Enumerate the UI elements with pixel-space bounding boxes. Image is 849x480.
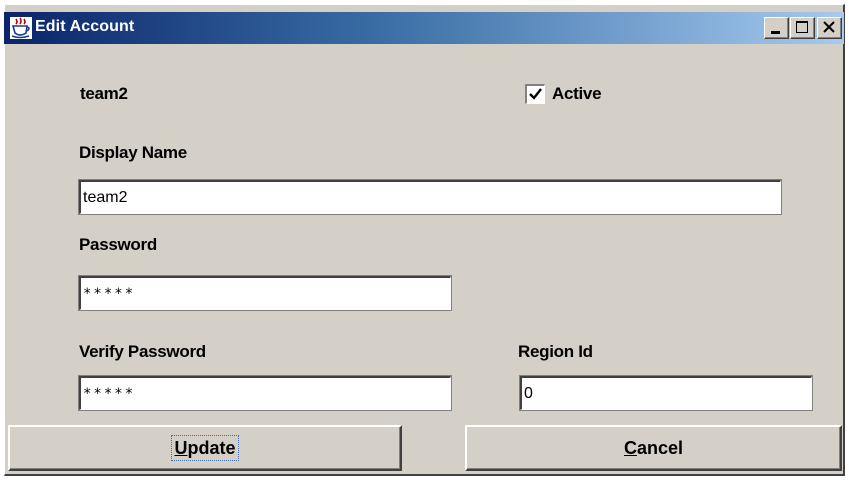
close-icon: [823, 21, 835, 33]
display-name-label: Display Name: [79, 143, 187, 162]
region-id-label: Region Id: [518, 342, 593, 361]
active-checkbox[interactable]: [525, 84, 545, 104]
password-field[interactable]: [78, 275, 452, 311]
cancel-mnemonic: C: [623, 438, 637, 458]
minimize-icon: [771, 31, 780, 34]
cancel-button[interactable]: Cancel: [465, 425, 842, 471]
region-id-field[interactable]: [519, 375, 813, 411]
display-name-field[interactable]: [78, 179, 782, 215]
update-label-rest: pdate: [187, 438, 236, 458]
window-title: Edit Account: [35, 18, 135, 35]
update-button[interactable]: Update: [8, 425, 402, 471]
maximize-icon: [796, 21, 808, 33]
checkmark-icon: [529, 88, 542, 100]
update-mnemonic: U: [174, 438, 188, 458]
verify-password-label: Verify Password: [79, 342, 206, 361]
verify-password-field[interactable]: [78, 375, 452, 411]
active-label[interactable]: Active: [552, 84, 602, 104]
title-bar[interactable]: Edit Account: [4, 12, 844, 44]
account-name: team2: [80, 84, 128, 103]
password-label: Password: [79, 235, 157, 254]
cancel-label-rest: ancel: [636, 438, 684, 458]
java-cup-icon[interactable]: [10, 17, 32, 39]
active-label-text: Active: [552, 84, 602, 103]
close-button[interactable]: [817, 17, 842, 39]
maximize-button[interactable]: [790, 17, 815, 39]
update-button-focus: Update: [171, 435, 239, 461]
minimize-button[interactable]: [764, 17, 789, 39]
